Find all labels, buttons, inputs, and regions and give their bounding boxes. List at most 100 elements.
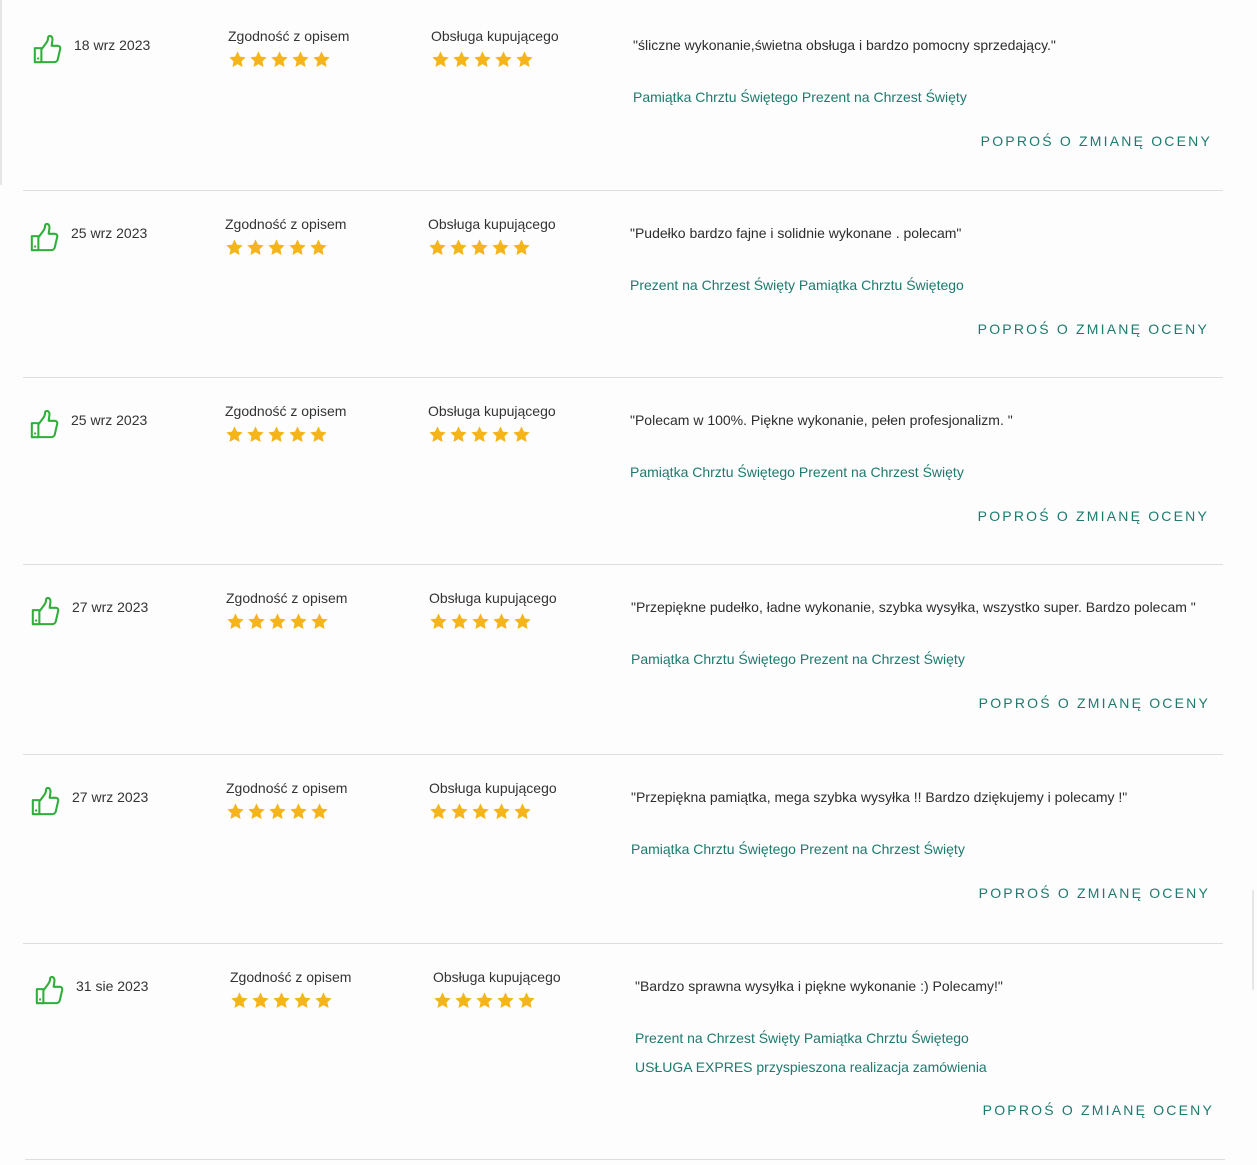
star-rating	[428, 238, 588, 257]
offer-links: Prezent na Chrzest Święty Pamiątka Chrzt…	[635, 1024, 987, 1082]
star-icon	[311, 613, 328, 629]
star-icon	[451, 613, 468, 629]
star-rating	[429, 802, 589, 821]
rating-label: Zgodność z opisem	[228, 28, 350, 44]
offer-link[interactable]: Pamiątka Chrztu Świętego Prezent na Chrz…	[631, 645, 965, 674]
offer-links: Pamiątka Chrztu Świętego Prezent na Chrz…	[633, 83, 967, 112]
offer-link[interactable]: USŁUGA EXPRES przyspieszona realizacja z…	[635, 1053, 987, 1082]
star-icon	[226, 426, 243, 442]
star-icon	[476, 992, 493, 1008]
star-icon	[229, 51, 246, 67]
star-icon	[248, 803, 265, 819]
star-icon	[313, 51, 330, 67]
rating-label: Zgodność z opisem	[226, 590, 348, 606]
rating-buyer-service: Obsługa kupującego	[428, 216, 588, 257]
star-rating	[429, 612, 589, 631]
offer-link[interactable]: Pamiątka Chrztu Świętego Prezent na Chrz…	[633, 83, 967, 112]
review-date: 31 sie 2023	[76, 978, 149, 994]
rating-label: Obsługa kupującego	[431, 28, 559, 44]
star-icon	[432, 51, 449, 67]
star-icon	[268, 426, 285, 442]
star-icon	[268, 239, 285, 255]
star-icon	[472, 803, 489, 819]
star-icon	[492, 426, 509, 442]
thumbs-up-icon	[29, 410, 59, 440]
offer-links: Pamiątka Chrztu Świętego Prezent na Chrz…	[630, 458, 964, 487]
rating-buyer-service: Obsługa kupującego	[433, 969, 593, 1010]
request-rating-change-button[interactable]: POPROŚ O ZMIANĘ OCENY	[979, 695, 1210, 711]
rating-buyer-service: Obsługa kupującego	[431, 28, 591, 69]
star-icon	[292, 51, 309, 67]
star-icon	[271, 51, 288, 67]
rating-description-match: Zgodność z opisem	[225, 403, 385, 444]
request-rating-change-button[interactable]: POPROŚ O ZMIANĘ OCENY	[981, 133, 1212, 149]
rating-buyer-service: Obsługa kupującego	[428, 403, 588, 444]
right-edge-divider	[1252, 890, 1254, 990]
star-icon	[450, 426, 467, 442]
star-icon	[451, 803, 468, 819]
star-icon	[227, 803, 244, 819]
star-icon	[248, 613, 265, 629]
star-icon	[289, 426, 306, 442]
star-icon	[495, 51, 512, 67]
review-row: 25 wrz 2023 Zgodność z opisem Obsługa kupu…	[23, 191, 1223, 378]
review-row: 27 wrz 2023 Zgodność z opisem Obsługa kupu…	[23, 565, 1223, 755]
star-icon	[493, 803, 510, 819]
thumbs-up-icon	[29, 223, 59, 253]
rating-label: Zgodność z opisem	[225, 403, 347, 419]
review-date: 18 wrz 2023	[74, 37, 151, 53]
request-rating-change-button[interactable]: POPROŚ O ZMIANĘ OCENY	[979, 885, 1210, 901]
star-icon	[513, 239, 530, 255]
thumbs-up-icon	[34, 976, 64, 1006]
star-icon	[269, 613, 286, 629]
rating-description-match: Zgodność z opisem	[226, 780, 386, 821]
star-rating	[433, 991, 593, 1010]
star-icon	[290, 803, 307, 819]
star-icon	[471, 426, 488, 442]
star-icon	[514, 803, 531, 819]
review-row: 27 wrz 2023 Zgodność z opisem Obsługa kupu…	[23, 755, 1223, 944]
offer-link[interactable]: Prezent na Chrzest Święty Pamiątka Chrzt…	[630, 271, 964, 300]
review-row: 25 wrz 2023 Zgodność z opisem Obsługa kupu…	[23, 378, 1223, 565]
star-icon	[453, 51, 470, 67]
rating-description-match: Zgodność z opisem	[230, 969, 390, 1010]
offer-link[interactable]: Pamiątka Chrztu Świętego Prezent na Chrz…	[630, 458, 964, 487]
offer-links: Pamiątka Chrztu Świętego Prezent na Chrz…	[631, 645, 965, 674]
star-icon	[430, 803, 447, 819]
star-rating	[428, 425, 588, 444]
rating-label: Zgodność z opisem	[226, 780, 348, 796]
star-icon	[497, 992, 514, 1008]
request-rating-change-button[interactable]: POPROŚ O ZMIANĘ OCENY	[978, 508, 1209, 524]
star-icon	[310, 239, 327, 255]
star-rating	[225, 425, 385, 444]
star-icon	[250, 51, 267, 67]
rating-label: Obsługa kupującego	[429, 590, 557, 606]
review-date: 25 wrz 2023	[71, 412, 148, 428]
star-icon	[518, 992, 535, 1008]
rating-label: Obsługa kupującego	[433, 969, 561, 985]
star-rating	[228, 50, 388, 69]
star-icon	[269, 803, 286, 819]
star-icon	[430, 613, 447, 629]
offer-link[interactable]: Pamiątka Chrztu Świętego Prezent na Chrz…	[631, 835, 965, 864]
rating-label: Obsługa kupującego	[428, 216, 556, 232]
request-rating-change-button[interactable]: POPROŚ O ZMIANĘ OCENY	[983, 1102, 1214, 1118]
review-row: 31 sie 2023 Zgodność z opisem Obsługa kupu…	[25, 944, 1225, 1160]
review-comment: "śliczne wykonanie,świetna obsługa i bar…	[633, 37, 1056, 53]
star-icon	[493, 613, 510, 629]
offer-link[interactable]: Prezent na Chrzest Święty Pamiątka Chrzt…	[635, 1024, 987, 1053]
request-rating-change-button[interactable]: POPROŚ O ZMIANĘ OCENY	[978, 321, 1209, 337]
rating-label: Zgodność z opisem	[225, 216, 347, 232]
thumbs-up-icon	[30, 597, 60, 627]
review-comment: "Przepiękna pamiątka, mega szybka wysyłk…	[631, 789, 1128, 805]
star-icon	[429, 426, 446, 442]
rating-label: Obsługa kupującego	[428, 403, 556, 419]
star-icon	[310, 426, 327, 442]
star-icon	[247, 426, 264, 442]
rating-label: Zgodność z opisem	[230, 969, 352, 985]
star-icon	[226, 239, 243, 255]
review-row: 18 wrz 2023 Zgodność z opisem Obsługa kupu…	[23, 0, 1223, 191]
left-edge-divider	[0, 0, 2, 185]
star-icon	[471, 239, 488, 255]
star-icon	[231, 992, 248, 1008]
